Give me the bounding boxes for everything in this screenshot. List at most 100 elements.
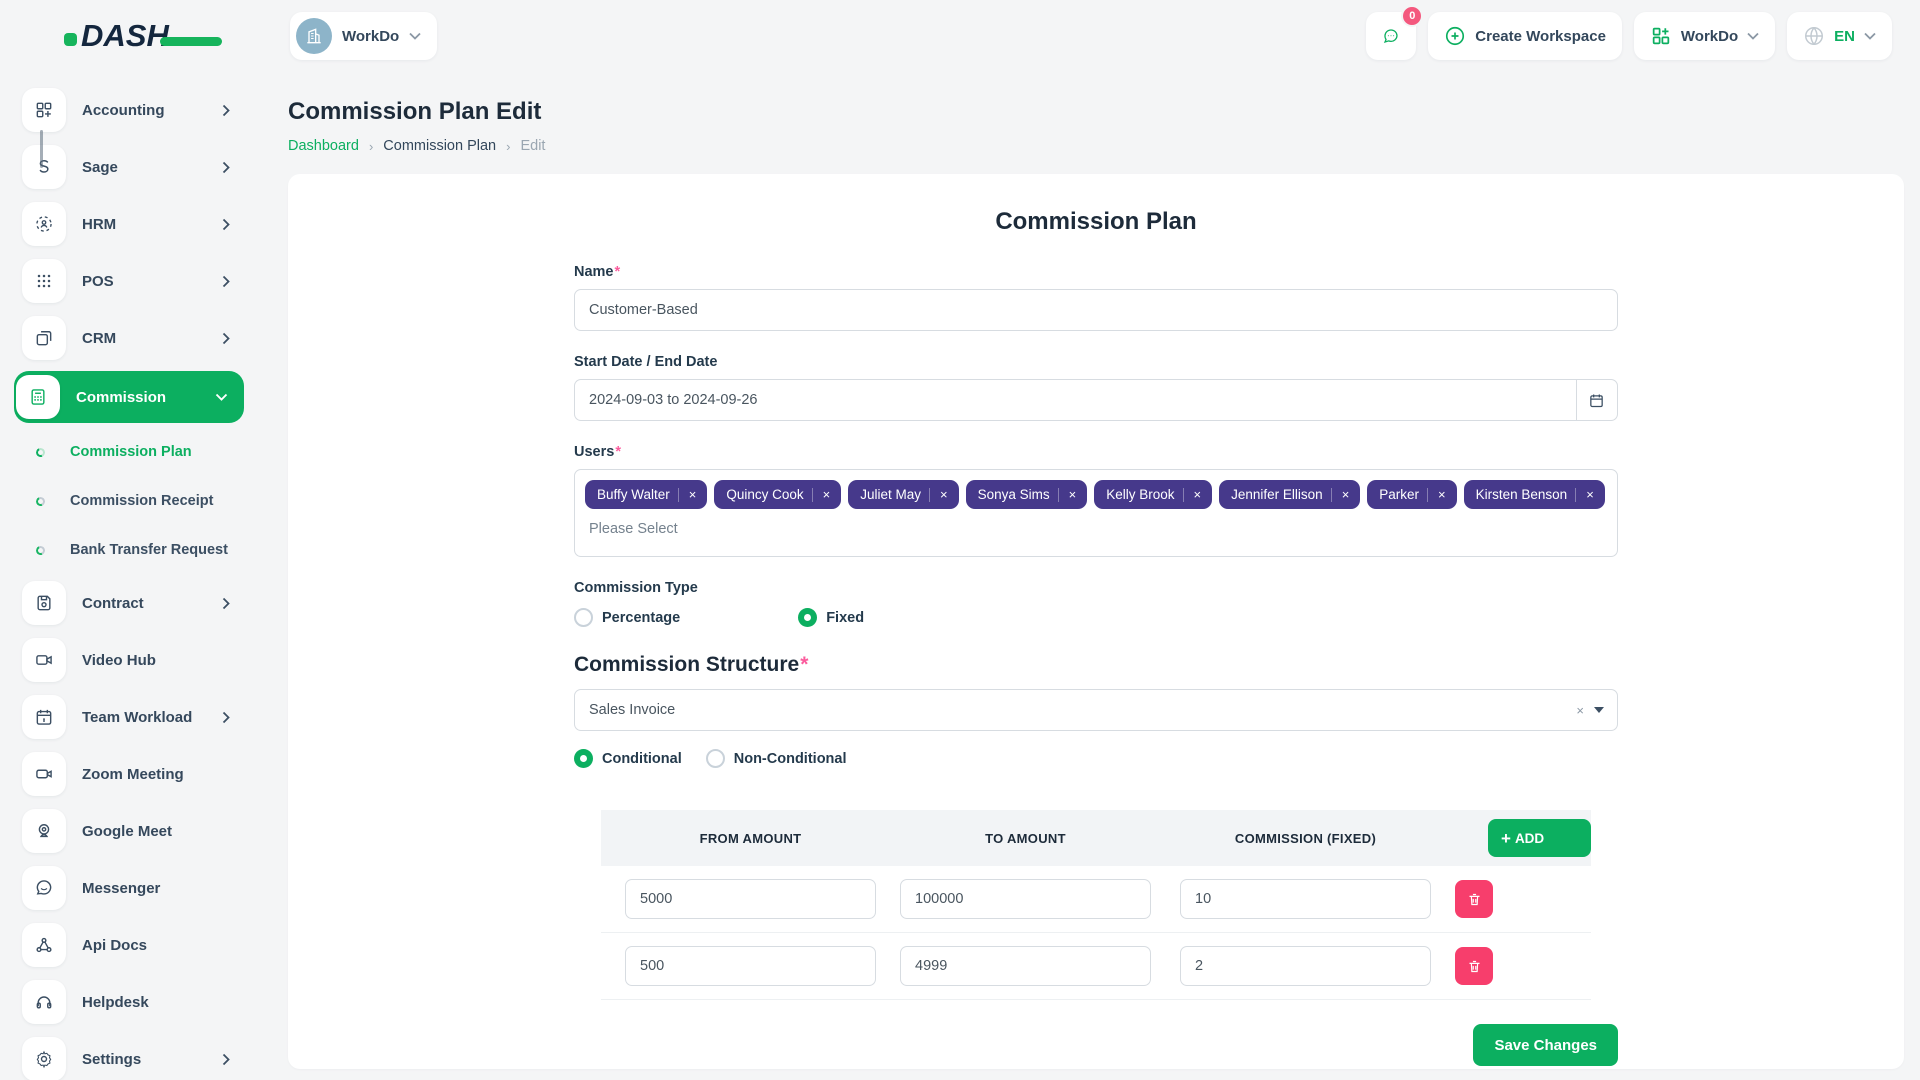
company-menu-button[interactable]: WorkDo bbox=[1634, 12, 1775, 60]
calendar-addon-button[interactable] bbox=[1576, 379, 1618, 421]
logo-dot bbox=[64, 33, 77, 46]
sidebar-item-pos[interactable]: POS bbox=[22, 257, 244, 305]
sidebar-item-label: Settings bbox=[82, 1051, 141, 1068]
sidebar-item-video-hub[interactable]: Video Hub bbox=[22, 636, 244, 684]
commission-input[interactable] bbox=[1180, 946, 1431, 986]
breadcrumb-separator: › bbox=[369, 139, 373, 154]
header-to-amount: To Amount bbox=[900, 831, 1151, 846]
sidebar-item-team-workload[interactable]: Team Workload bbox=[22, 693, 244, 741]
chevron-down-icon bbox=[409, 32, 421, 40]
sidebar-item-crm[interactable]: CRM bbox=[22, 314, 244, 362]
remove-tag-button[interactable]: × bbox=[1067, 487, 1079, 502]
sidebar-subitem-commission-receipt[interactable]: Commission Receipt bbox=[36, 481, 244, 521]
create-workspace-button[interactable]: Create Workspace bbox=[1428, 12, 1622, 60]
user-tag: Kelly Brook× bbox=[1094, 480, 1212, 509]
messages-button[interactable]: 0 bbox=[1366, 12, 1416, 60]
language-selector[interactable]: EN bbox=[1787, 12, 1892, 60]
remove-tag-button[interactable]: × bbox=[1340, 487, 1352, 502]
radio-conditional[interactable]: Conditional bbox=[574, 749, 682, 768]
structure-select-value[interactable] bbox=[574, 689, 1618, 731]
to-amount-input[interactable] bbox=[900, 946, 1151, 986]
top-header: DASH WorkDo 0 Create Workspac bbox=[0, 0, 1920, 72]
required-asterisk: * bbox=[615, 264, 621, 280]
sidebar-item-helpdesk[interactable]: Helpdesk bbox=[22, 978, 244, 1026]
clear-selection-button[interactable]: × bbox=[1576, 703, 1584, 718]
sidebar-subitem-bank-transfer-request[interactable]: Bank Transfer Request bbox=[36, 530, 244, 570]
date-range-input[interactable] bbox=[574, 379, 1576, 421]
plus-icon: + bbox=[1501, 830, 1511, 847]
sidebar-item-commission[interactable]: Commission bbox=[14, 371, 244, 423]
sidebar-item-contract[interactable]: Contract bbox=[22, 579, 244, 627]
commission-slabs-table: From Amount To Amount Commission (Fixed)… bbox=[601, 810, 1591, 1000]
page-title: Commission Plan Edit bbox=[288, 98, 1904, 126]
sidebar-item-zoom-meeting[interactable]: Zoom Meeting bbox=[22, 750, 244, 798]
trash-icon bbox=[1467, 892, 1482, 907]
sidebar-item-messenger[interactable]: Messenger bbox=[22, 864, 244, 912]
radio-non-conditional[interactable]: Non-Conditional bbox=[706, 749, 847, 768]
workspace-name: WorkDo bbox=[342, 28, 399, 45]
sidebar-item-label: Team Workload bbox=[82, 709, 192, 726]
gear-icon bbox=[22, 1037, 66, 1080]
bullet-icon bbox=[35, 495, 47, 507]
accounting-icon bbox=[22, 88, 66, 132]
sidebar-item-label: Api Docs bbox=[82, 937, 147, 954]
breadcrumb-section: Commission Plan bbox=[383, 138, 496, 154]
breadcrumb-current: Edit bbox=[520, 138, 545, 154]
sidebar-item-label: Video Hub bbox=[82, 652, 156, 669]
dropdown-caret-icon[interactable] bbox=[1594, 707, 1604, 713]
header-commission-fixed: Commission (Fixed) bbox=[1180, 831, 1431, 846]
chevron-right-icon bbox=[222, 104, 230, 117]
remove-tag-button[interactable]: × bbox=[1584, 487, 1596, 502]
table-row bbox=[601, 933, 1591, 1000]
delete-row-button[interactable] bbox=[1455, 947, 1493, 985]
sidebar-item-sage[interactable]: Sage bbox=[22, 143, 244, 191]
radio-fixed[interactable]: Fixed bbox=[798, 608, 864, 627]
structure-select[interactable]: × bbox=[574, 689, 1618, 731]
sidebar-scrollbar[interactable] bbox=[40, 130, 43, 168]
sidebar-item-google-meet[interactable]: Google Meet bbox=[22, 807, 244, 855]
chevron-down-icon bbox=[1747, 32, 1759, 40]
pos-icon bbox=[22, 259, 66, 303]
crm-icon bbox=[22, 316, 66, 360]
subitem-label: Commission Receipt bbox=[70, 493, 213, 509]
breadcrumb: Dashboard › Commission Plan › Edit bbox=[288, 138, 1904, 154]
chevron-down-icon bbox=[215, 393, 228, 401]
name-input[interactable] bbox=[574, 289, 1618, 331]
create-workspace-label: Create Workspace bbox=[1475, 28, 1606, 45]
add-row-button[interactable]: +ADD bbox=[1488, 819, 1591, 857]
save-changes-button[interactable]: Save Changes bbox=[1473, 1024, 1618, 1066]
to-amount-input[interactable] bbox=[900, 879, 1151, 919]
sidebar-item-api-docs[interactable]: Api Docs bbox=[22, 921, 244, 969]
nodes-icon bbox=[22, 923, 66, 967]
workspace-selector[interactable]: WorkDo bbox=[290, 12, 437, 60]
breadcrumb-dashboard-link[interactable]: Dashboard bbox=[288, 138, 359, 154]
remove-tag-button[interactable]: × bbox=[1192, 487, 1204, 502]
remove-tag-button[interactable]: × bbox=[1436, 487, 1448, 502]
users-field-group: Users* Buffy Walter× Quincy Cook× Juliet… bbox=[574, 444, 1618, 557]
remove-tag-button[interactable]: × bbox=[821, 487, 833, 502]
sidebar-item-label: Messenger bbox=[82, 880, 160, 897]
sidebar-item-settings[interactable]: Settings bbox=[22, 1035, 244, 1080]
calculator-icon bbox=[16, 375, 60, 419]
radio-percentage[interactable]: Percentage bbox=[574, 608, 680, 627]
remove-tag-button[interactable]: × bbox=[687, 487, 699, 502]
workspace-avatar bbox=[296, 18, 332, 54]
from-amount-input[interactable] bbox=[625, 946, 876, 986]
sidebar-item-label: POS bbox=[82, 273, 114, 290]
sidebar-item-label: Google Meet bbox=[82, 823, 172, 840]
users-multiselect[interactable]: Buffy Walter× Quincy Cook× Juliet May× S… bbox=[574, 469, 1618, 557]
commission-input[interactable] bbox=[1180, 879, 1431, 919]
sidebar-subitem-commission-plan[interactable]: Commission Plan bbox=[36, 432, 244, 472]
sidebar-item-hrm[interactable]: HRM bbox=[22, 200, 244, 248]
company-menu-label: WorkDo bbox=[1681, 28, 1738, 45]
remove-tag-button[interactable]: × bbox=[938, 487, 950, 502]
sidebar-item-accounting[interactable]: Accounting bbox=[22, 86, 244, 134]
hrm-icon bbox=[22, 202, 66, 246]
sidebar: Accounting Sage HRM bbox=[0, 72, 262, 1080]
from-amount-input[interactable] bbox=[625, 879, 876, 919]
subitem-label: Bank Transfer Request bbox=[70, 542, 228, 558]
delete-row-button[interactable] bbox=[1455, 880, 1493, 918]
sage-icon bbox=[22, 145, 66, 189]
header-from-amount: From Amount bbox=[625, 831, 876, 846]
sidebar-item-label: CRM bbox=[82, 330, 116, 347]
